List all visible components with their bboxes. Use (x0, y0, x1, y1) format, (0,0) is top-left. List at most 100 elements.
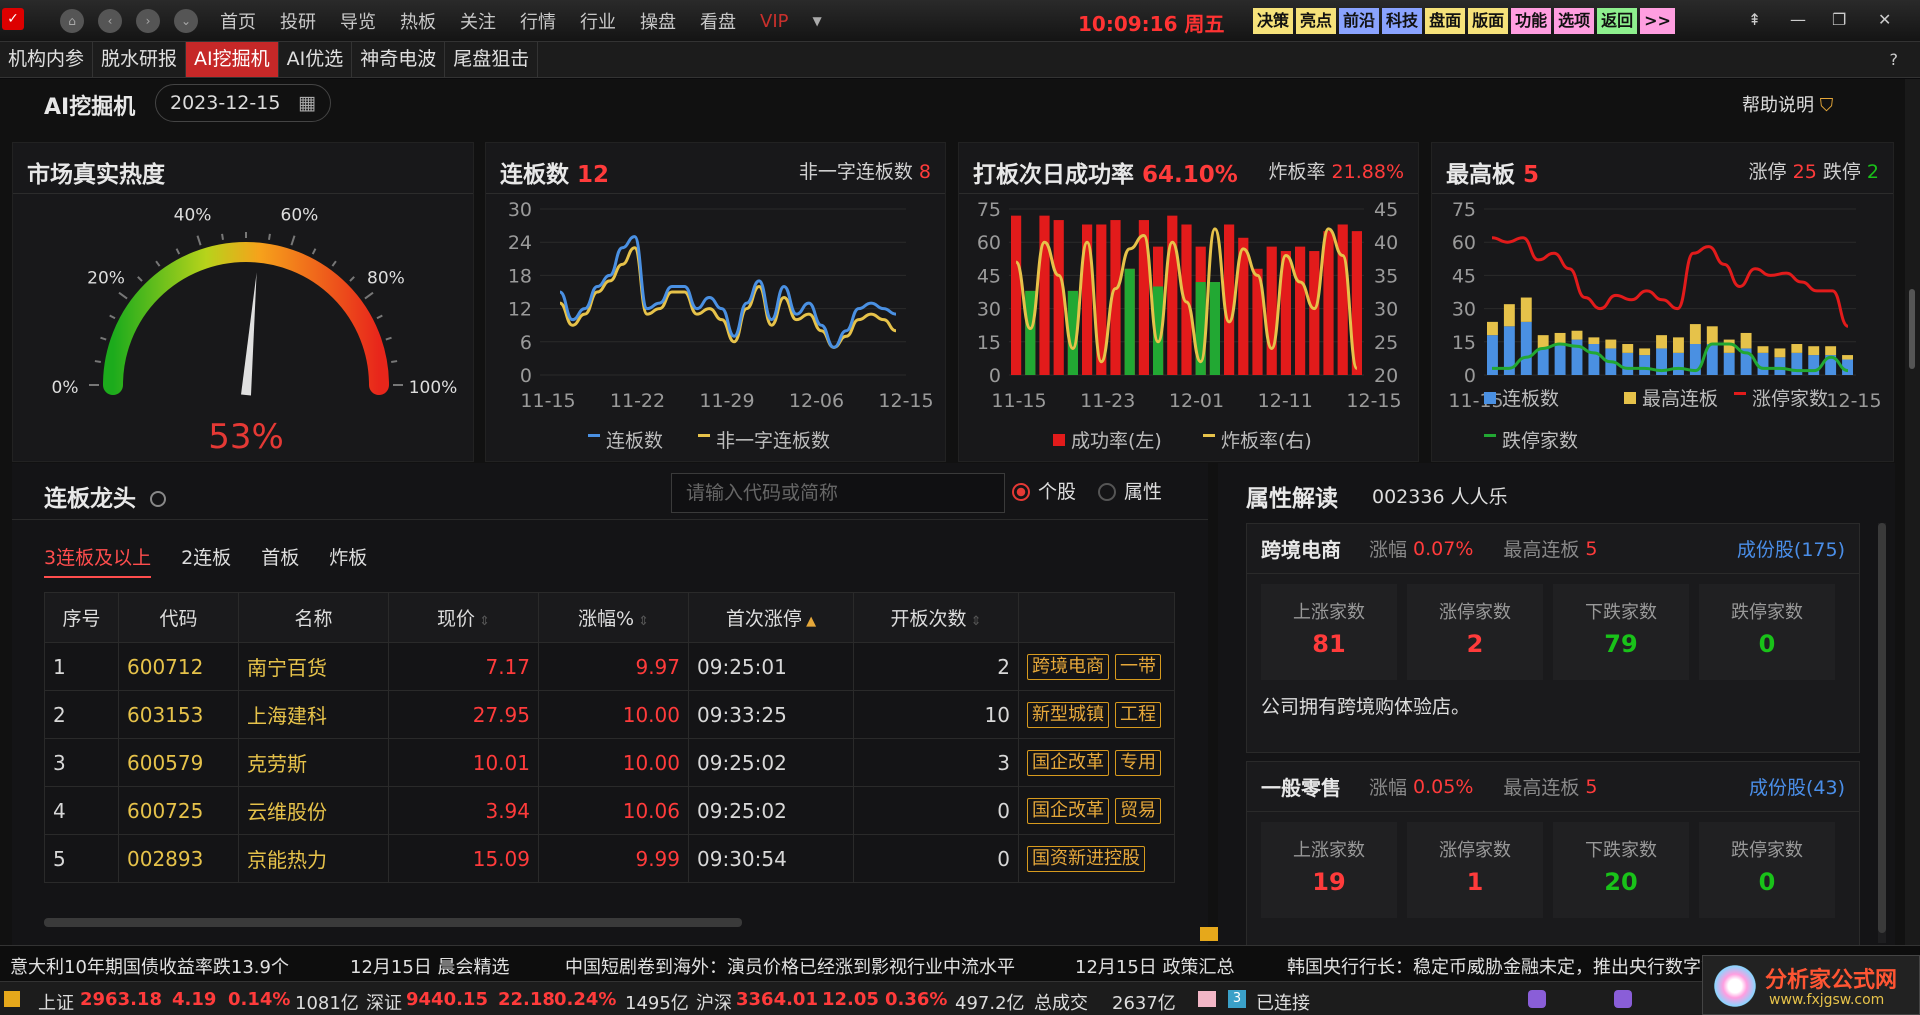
sort-asc-icon[interactable]: ▲ (802, 614, 816, 629)
ticker-item[interactable]: 中国短剧卷到海外：演员价格已经涨到影视行业中流水平 (565, 953, 1015, 979)
column-header[interactable]: 首次涨停 ▲ (688, 592, 854, 643)
constituents-link[interactable]: 成份股(175) (1737, 535, 1845, 562)
radio-attr[interactable]: 属性 (1098, 477, 1162, 504)
sz-change: 22.18 (498, 989, 555, 1010)
sort-icon[interactable]: ⇕ (634, 614, 649, 629)
table-row[interactable]: 2 603153 上海建科 27.95 10.00 09:33:25 10 新型城镇 工程 (44, 690, 1175, 739)
nav-item[interactable]: 投研 (280, 8, 316, 34)
concept-tag[interactable]: 贸易 (1115, 798, 1161, 824)
tool-icon-2[interactable] (1614, 990, 1632, 1008)
tab-item[interactable]: AI挖掘机 (186, 42, 279, 77)
dragon-subtab[interactable]: 首板 (261, 543, 299, 578)
back-icon[interactable]: ‹ (98, 9, 122, 33)
help-link[interactable]: 帮助说明 ⛉ (1742, 91, 1833, 117)
column-header[interactable]: 涨幅% ⇕ (538, 592, 689, 643)
info-icon[interactable] (150, 491, 167, 507)
tab-item[interactable]: 尾盘狙击 (445, 42, 539, 77)
daban-chart: 0 15 30 45 60 75 20 25 30 35 40 45 11-15 11-23 12-01 12… (977, 199, 1402, 452)
pct-label: 涨幅 (1369, 777, 1408, 799)
concept-tag[interactable]: 国资新进控股 (1027, 846, 1145, 872)
radio-stock[interactable]: 个股 (1012, 477, 1076, 504)
dropdown-icon[interactable]: ⌄ (174, 9, 198, 33)
table-row[interactable]: 4 600725 云维股份 3.94 10.06 09:25:02 0 国企改革 贸易 (44, 786, 1175, 835)
x-tick-label: 12-15 (1826, 390, 1881, 412)
page-scrollbar[interactable] (1905, 79, 1920, 945)
sort-icon[interactable]: ⇕ (966, 614, 982, 629)
help-icon[interactable]: ? (1890, 50, 1899, 69)
column-header[interactable]: 开板次数 ⇕ (853, 592, 1019, 643)
constituents-link[interactable]: 成份股(43) (1749, 773, 1845, 800)
quick-button[interactable]: 前沿 (1339, 8, 1380, 34)
nav-item[interactable]: 行业 (580, 8, 616, 34)
concept-tag[interactable]: 一带 (1115, 654, 1161, 680)
search-input[interactable]: 请输入代码或简称 (671, 473, 1005, 513)
nav-item[interactable]: 操盘 (640, 8, 676, 34)
nav-item[interactable]: 首页 (220, 8, 256, 34)
dragon-subtab[interactable]: 炸板 (329, 543, 367, 578)
quick-button[interactable]: >> (1640, 8, 1675, 34)
column-header[interactable]: 名称 (238, 592, 389, 643)
home-icon[interactable]: ⌂ (60, 9, 84, 33)
dragon-subtab[interactable]: 3连板及以上 (44, 543, 152, 578)
nav-item[interactable]: 热板 (400, 8, 436, 34)
quick-button[interactable]: 决策 (1253, 8, 1294, 34)
quick-button[interactable]: 功能 (1511, 8, 1552, 34)
concept-tag[interactable]: 专用 (1115, 750, 1161, 776)
quick-button[interactable]: 亮点 (1296, 8, 1337, 34)
table-row[interactable]: 5 002893 京能热力 15.09 9.99 09:30:54 0 国资新进控股 (44, 834, 1175, 883)
heat-value: 53% (208, 417, 284, 457)
page-title: AI挖掘机 (44, 95, 136, 120)
concept-tag[interactable]: 国企改革 (1027, 798, 1109, 824)
minimize-icon[interactable]: — (1790, 10, 1806, 29)
ticker-item[interactable]: 12月15日 晨会精选 (350, 953, 510, 979)
pin-icon[interactable]: ⇞ (1748, 10, 1761, 29)
nav-item[interactable]: 行情 (520, 8, 556, 34)
nav-item[interactable]: VIP (760, 11, 788, 32)
ticker-item[interactable]: 12月15日 政策汇总 (1075, 953, 1235, 979)
message-icon[interactable] (1198, 991, 1216, 1007)
forward-icon[interactable]: › (136, 9, 160, 33)
tab-item[interactable]: 脱水研报 (93, 42, 187, 77)
date-picker[interactable]: 2023-12-15 ▦ (155, 84, 331, 122)
app-logo-icon[interactable]: ✓ (2, 8, 24, 30)
column-header[interactable]: 序号 (44, 592, 119, 643)
tab-item[interactable]: 机构内参 (0, 42, 94, 77)
nav-dropdown-icon[interactable]: ▼ (812, 14, 821, 28)
quick-button[interactable]: 选项 (1554, 8, 1595, 34)
column-header[interactable] (1018, 592, 1175, 643)
column-header[interactable]: 代码 (118, 592, 239, 643)
tab-item[interactable]: 神奇电波 (352, 42, 446, 77)
calendar-icon: ▦ (298, 92, 316, 114)
y-tick-label: 0 (520, 365, 532, 387)
bar-success-green (1025, 290, 1036, 375)
close-icon[interactable]: ✕ (1878, 10, 1891, 29)
quick-button[interactable]: 版面 (1468, 8, 1509, 34)
sh-amount: 1081亿 (295, 993, 359, 1014)
nav-item[interactable]: 看盘 (700, 8, 736, 34)
nav-item[interactable]: 导览 (340, 8, 376, 34)
tool-icon[interactable] (1528, 990, 1546, 1008)
quick-button[interactable]: 科技 (1382, 8, 1423, 34)
concept-tag[interactable]: 跨境电商 (1027, 654, 1109, 680)
concept-tag[interactable]: 新型城镇 (1027, 702, 1109, 728)
pct-label: 涨幅 (1369, 539, 1408, 561)
dragon-subtab[interactable]: 2连板 (181, 543, 231, 578)
concept-tag[interactable]: 国企改革 (1027, 750, 1109, 776)
zuigao-panel: 最高板 5 涨停 25 跌停 2 0 15 30 45 60 75 11-15 12-15 连板… (1431, 142, 1894, 462)
column-header[interactable]: 现价 ⇕ (388, 592, 539, 643)
bar-lianban (1723, 352, 1735, 375)
table-row[interactable]: 3 600579 克劳斯 10.01 10.00 09:25:02 3 国企改革 专用 (44, 738, 1175, 787)
nav-item[interactable]: 关注 (460, 8, 496, 34)
quick-button[interactable]: 返回 (1597, 8, 1638, 34)
ticker-item[interactable]: 韩国央行行长：稳定币威胁金融未定，推出央行数字货币 (1287, 953, 1737, 979)
tab-item[interactable]: AI优选 (279, 42, 353, 77)
y-tick-label: 60 (1452, 232, 1476, 254)
table-row[interactable]: 1 600712 南宁百货 7.17 9.97 09:25:01 2 跨境电商 一带 (44, 642, 1175, 691)
ticker-item[interactable]: 意大利10年期国债收益率跌13.9个 (10, 953, 289, 979)
sort-icon[interactable]: ⇕ (475, 614, 490, 629)
table-hscroll[interactable] (44, 918, 742, 927)
cell-opens: 0 (853, 834, 1019, 883)
maximize-icon[interactable]: ❐ (1832, 10, 1846, 29)
quick-button[interactable]: 盘面 (1425, 8, 1466, 34)
concept-tag[interactable]: 工程 (1115, 702, 1161, 728)
